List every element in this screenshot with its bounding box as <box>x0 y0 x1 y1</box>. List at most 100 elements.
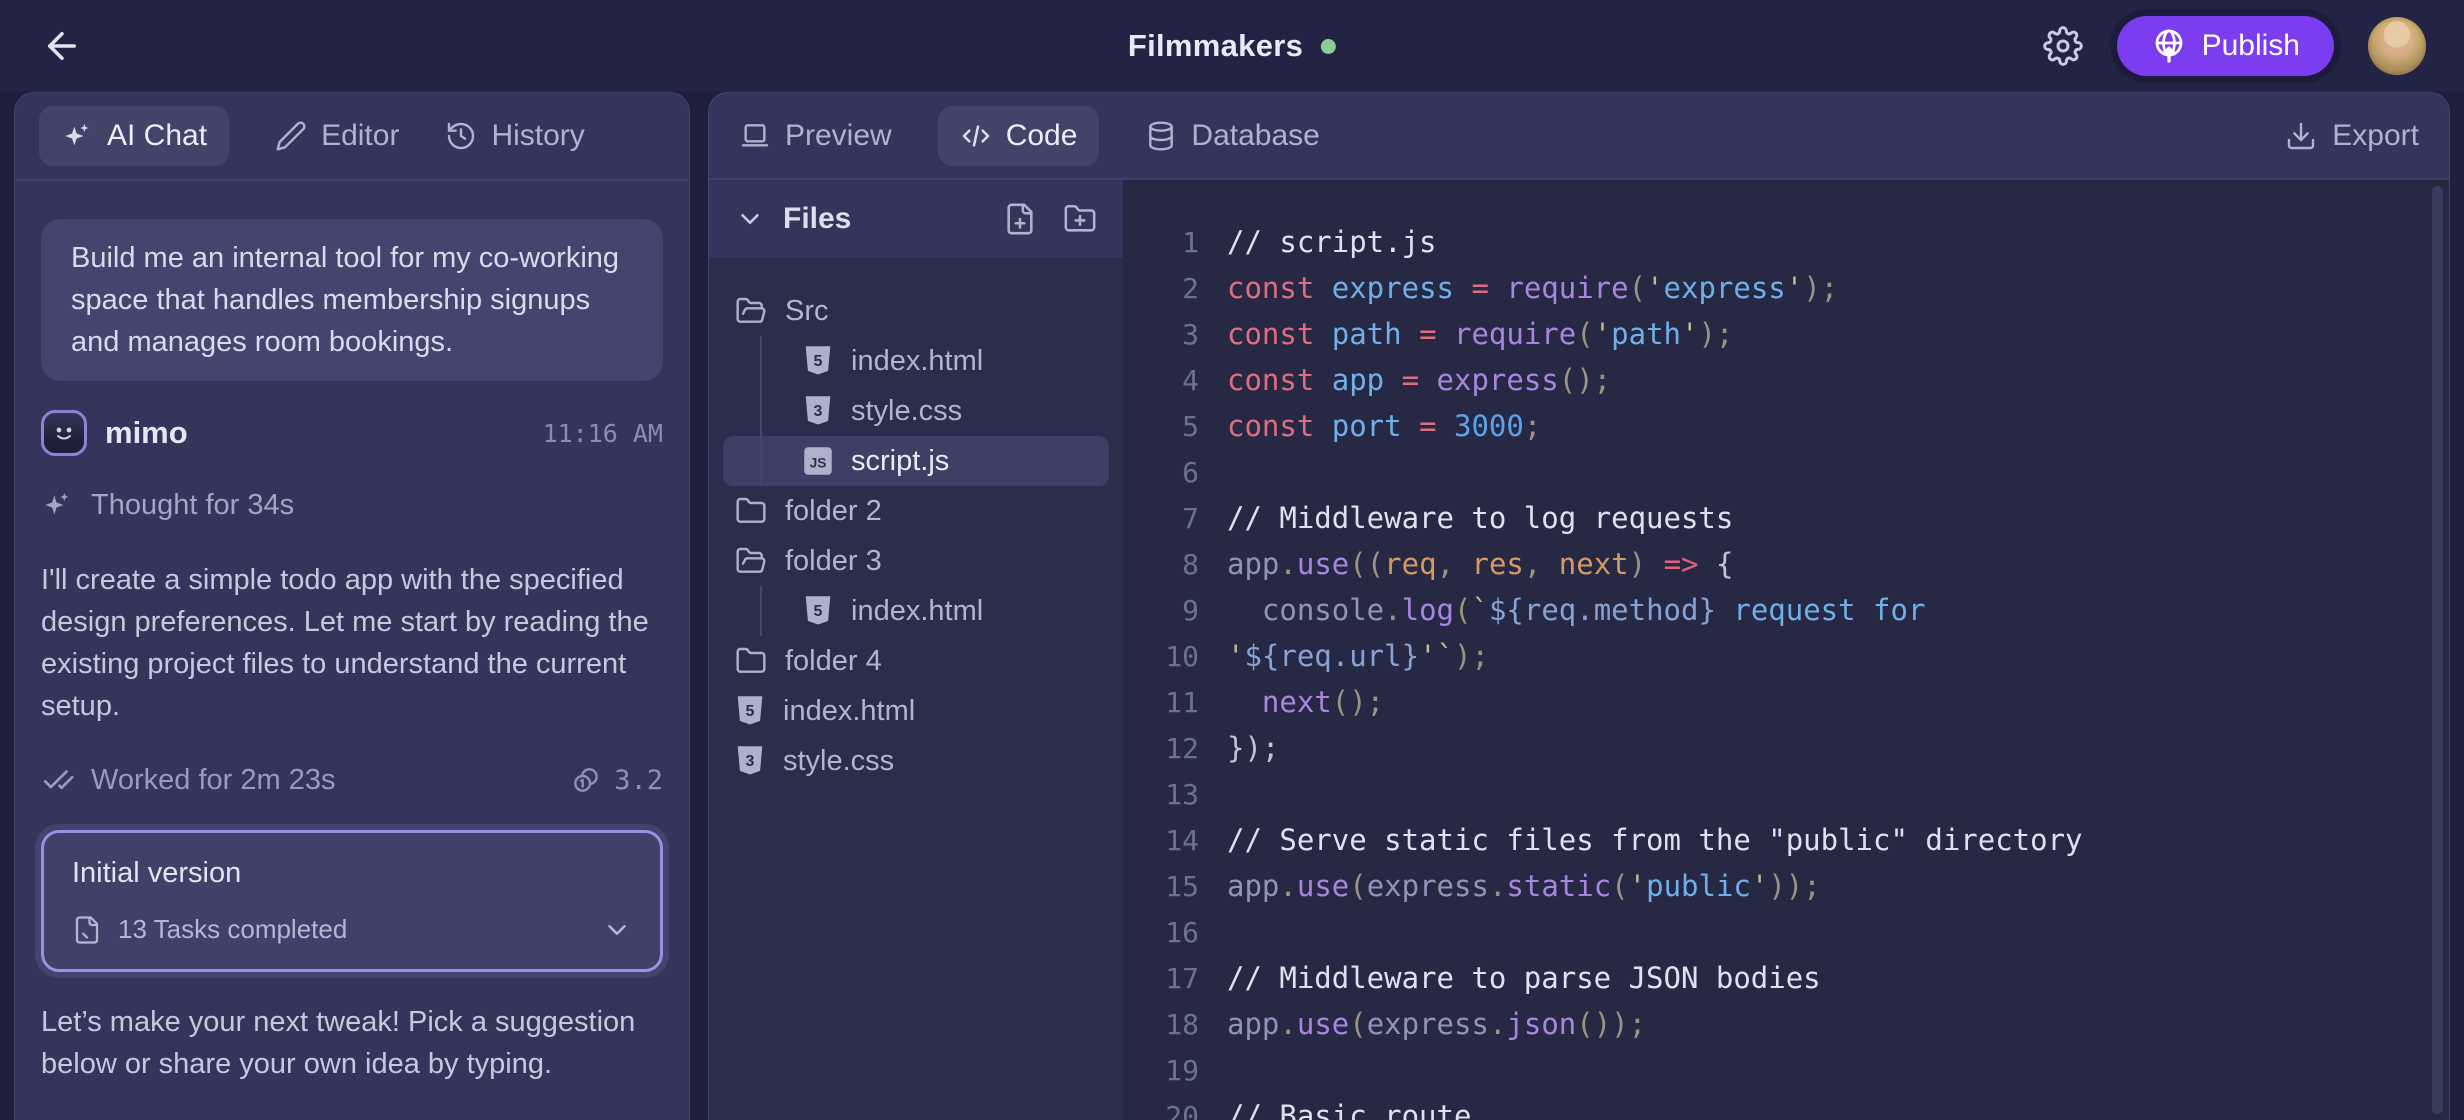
css-icon: 3 <box>803 395 833 427</box>
user-avatar[interactable] <box>2368 17 2426 75</box>
tab-label: AI Chat <box>107 119 207 153</box>
mimo-robot-icon <box>41 410 87 456</box>
line-number: 6 <box>1123 456 1199 489</box>
line-number: 11 <box>1123 686 1199 719</box>
html-icon: 5 <box>735 695 765 727</box>
thought-label: Thought for 34s <box>91 489 294 522</box>
tab-editor[interactable]: Editor <box>275 119 399 153</box>
file-tree: Src5index.html3style.cssJSscript.jsfolde… <box>709 258 1123 1120</box>
line-number: 5 <box>1123 410 1199 443</box>
file-name: index.html <box>851 345 983 378</box>
file-row-index.html[interactable]: 5index.html <box>723 686 1109 736</box>
line-number: 4 <box>1123 364 1199 397</box>
file-row-index.html[interactable]: 5index.html <box>723 586 1109 636</box>
agent-name: mimo <box>105 415 188 451</box>
code-icon <box>960 120 992 152</box>
line-number: 7 <box>1123 502 1199 535</box>
publish-button[interactable]: Publish <box>2117 16 2334 76</box>
tab-label: Database <box>1191 119 1319 153</box>
project-title-wrap: Filmmakers <box>1128 0 1336 92</box>
editor-scrollbar[interactable] <box>2432 186 2443 1114</box>
svg-text:3: 3 <box>746 753 755 770</box>
database-icon <box>1145 120 1177 152</box>
file-row-index.html[interactable]: 5 index.html <box>723 336 1109 386</box>
file-row-folder-2[interactable]: folder 2 <box>723 486 1109 536</box>
file-row-script.js[interactable]: JS script.js <box>723 436 1109 486</box>
publish-globe-icon <box>2151 28 2187 64</box>
js-icon: JS <box>803 446 833 476</box>
file-name: script.js <box>851 445 949 478</box>
pencil-icon <box>275 120 307 152</box>
svg-text:3: 3 <box>814 403 823 420</box>
file-name: folder 4 <box>785 645 882 678</box>
tab-label: Preview <box>785 119 892 153</box>
file-row-src[interactable]: Src <box>723 286 1109 336</box>
version-card[interactable]: Initial version 13 Tasks completed <box>41 830 663 972</box>
tab-code[interactable]: Code <box>938 106 1100 166</box>
code-line: 19 <box>1123 1047 2449 1093</box>
export-label: Export <box>2332 119 2419 153</box>
publish-label: Publish <box>2202 29 2300 63</box>
tab-database[interactable]: Database <box>1145 119 1319 153</box>
files-sidebar: Files Src5index.html3style.cssJSscript.j… <box>709 180 1123 1120</box>
new-file-icon[interactable] <box>1003 202 1037 236</box>
thought-row[interactable]: Thought for 34s <box>41 483 663 527</box>
code-line: 3const path = require('path'); <box>1123 311 2449 357</box>
code-line: 17// Middleware to parse JSON bodies <box>1123 955 2449 1001</box>
code-line: 20// Basic route <box>1123 1093 2449 1120</box>
chat-panel: AI Chat Editor History Build me an inter… <box>14 92 690 1120</box>
worked-label: Worked for 2m 23s <box>91 764 335 797</box>
line-number: 14 <box>1123 824 1199 857</box>
tasks-completed-label: 13 Tasks completed <box>118 914 347 945</box>
settings-button[interactable] <box>2043 26 2083 66</box>
online-status-dot <box>1321 39 1336 54</box>
html-icon: 5 <box>803 345 833 377</box>
svg-text:5: 5 <box>746 703 755 720</box>
chevron-down-icon[interactable] <box>735 204 765 234</box>
sparkles-icon <box>41 489 73 521</box>
line-number: 15 <box>1123 870 1199 903</box>
file-row-folder-4[interactable]: folder 4 <box>723 636 1109 686</box>
file-name: Src <box>785 295 829 328</box>
code-line: 7// Middleware to log requests <box>1123 495 2449 541</box>
preview-laptop-icon <box>739 120 771 152</box>
code-line: 14// Serve static files from the "public… <box>1123 817 2449 863</box>
file-row-folder-3[interactable]: folder 3 <box>723 536 1109 586</box>
code-line: 18app.use(express.json()); <box>1123 1001 2449 1047</box>
export-button[interactable]: Export <box>2285 119 2419 153</box>
version-card-title: Initial version <box>72 857 632 890</box>
credits-counter: 3.2 <box>570 764 663 796</box>
sparkles-icon <box>61 120 93 152</box>
tab-label: Editor <box>321 119 399 153</box>
code-line: 9 console.log(`${req.method} request for <box>1123 587 2449 633</box>
folder-icon <box>735 495 767 527</box>
coins-icon <box>570 764 602 796</box>
file-row-style.css[interactable]: 3style.css <box>723 736 1109 786</box>
tab-ai-chat[interactable]: AI Chat <box>39 106 229 166</box>
download-icon <box>2285 120 2317 152</box>
left-panel-tabs: AI Chat Editor History <box>15 93 689 181</box>
folder-open-icon <box>735 295 767 327</box>
code-line: 5const port = 3000; <box>1123 403 2449 449</box>
line-number: 1 <box>1123 226 1199 259</box>
line-number: 17 <box>1123 962 1199 995</box>
code-line: 15app.use(express.static('public')); <box>1123 863 2449 909</box>
line-number: 20 <box>1123 1100 1199 1120</box>
suggestion-prompt: Let’s make your next tweak! Pick a sugge… <box>41 1001 663 1085</box>
agent-header-row: mimo 11:16 AM <box>41 409 663 457</box>
workspace-header: Preview Code Database Export <box>709 93 2449 180</box>
file-row-style.css[interactable]: 3style.css <box>723 386 1109 436</box>
tab-history[interactable]: History <box>445 119 584 153</box>
code-line: 16 <box>1123 909 2449 955</box>
line-number: 16 <box>1123 916 1199 949</box>
worked-row: Worked for 2m 23s 3.2 <box>41 759 663 801</box>
line-number: 3 <box>1123 318 1199 351</box>
tab-preview[interactable]: Preview <box>739 119 892 153</box>
folder-icon <box>735 645 767 677</box>
code-editor[interactable]: 1// script.js2const express = require('e… <box>1123 180 2449 1120</box>
new-folder-icon[interactable] <box>1063 202 1097 236</box>
chevron-down-icon[interactable] <box>602 915 632 945</box>
back-button[interactable] <box>38 22 86 70</box>
gear-icon <box>2043 26 2083 66</box>
chat-thread: Build me an internal tool for my co-work… <box>15 181 689 1120</box>
